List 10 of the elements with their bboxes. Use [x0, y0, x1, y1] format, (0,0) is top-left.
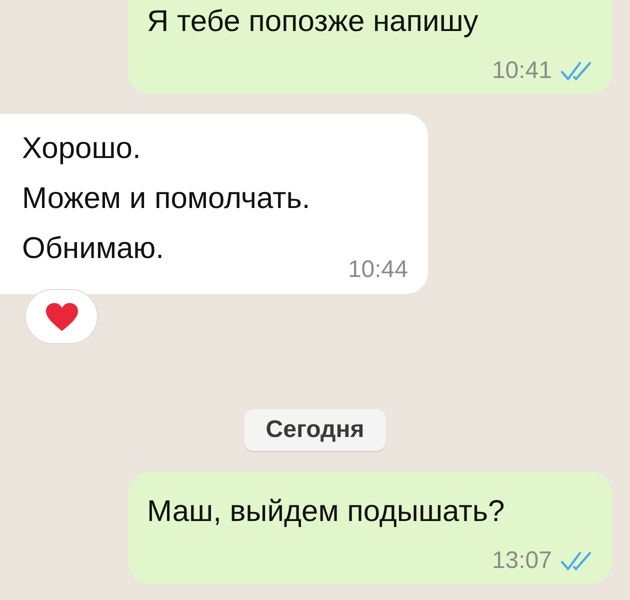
- message-time: 13:07: [492, 547, 552, 575]
- message-text: Маш, выйдем подышать?: [147, 494, 506, 530]
- message-text: Я тебе попозже напишу: [147, 4, 480, 40]
- message-time: 10:41: [492, 57, 552, 85]
- heart-icon: [44, 302, 78, 332]
- message-text: Можем и помолчать.: [22, 181, 312, 217]
- date-chip: Сегодня: [244, 409, 386, 451]
- message-time: 10:44: [348, 256, 408, 284]
- message-text: Хорошо.: [22, 131, 142, 167]
- message-text: Обнимаю.: [22, 231, 165, 267]
